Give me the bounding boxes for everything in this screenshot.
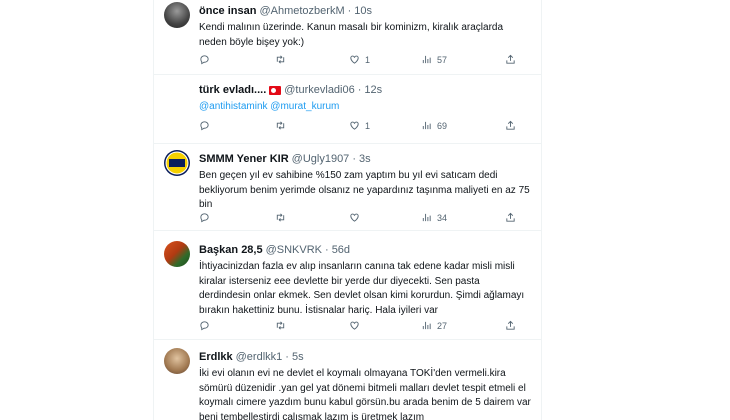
action-bar: 34 [199, 212, 539, 226]
avatar[interactable] [164, 2, 190, 28]
retweet-icon [275, 54, 286, 65]
like-button[interactable]: 1 [349, 120, 370, 131]
retweet-button[interactable] [275, 120, 291, 131]
retweet-icon [275, 320, 286, 331]
view-count: 27 [437, 320, 448, 331]
reply-icon [199, 54, 210, 65]
tweet-text: Ben geçen yıl ev sahibine %150 zam yaptı… [199, 170, 530, 210]
reply-button[interactable] [199, 120, 215, 131]
author-handle[interactable]: @erdlkk1 [236, 350, 283, 364]
timestamp[interactable]: 12s [364, 83, 382, 97]
action-bar: 1 57 [199, 54, 539, 68]
like-count: 1 [365, 54, 371, 65]
author-handle[interactable]: @SNKVRK [266, 243, 322, 257]
tweet-text: Kendi malının üzerinde. Kanun masalı bir… [199, 22, 504, 48]
tweet-text: İki evi olanın evi ne devlet el koymalı … [199, 368, 531, 420]
view-count: 34 [437, 212, 448, 223]
avatar[interactable] [164, 241, 190, 267]
avatar[interactable] [164, 81, 190, 107]
dot-separator: · [352, 153, 356, 165]
heart-icon [349, 54, 360, 65]
reply-icon [199, 212, 210, 223]
views-icon [421, 120, 432, 131]
retweet-button[interactable] [275, 212, 291, 223]
author-name[interactable]: türk evladı.... [199, 83, 266, 97]
heart-icon [349, 320, 360, 331]
share-icon [505, 212, 516, 223]
action-bar: 27 [199, 320, 539, 334]
share-button[interactable] [505, 120, 516, 131]
views-button[interactable]: 27 [421, 320, 447, 331]
author-handle[interactable]: @AhmetozberkM [259, 4, 344, 18]
like-count: 1 [365, 120, 371, 131]
dot-separator: · [347, 5, 352, 17]
avatar[interactable] [164, 348, 190, 374]
tweet-4[interactable]: Başkan 28,5 @SNKVRK · 56d İhtiyacinizdan… [154, 231, 541, 340]
retweet-icon [275, 120, 286, 131]
dot-separator: · [357, 84, 362, 96]
turkey-flag-icon [269, 85, 282, 95]
timestamp[interactable]: 10s [354, 4, 372, 18]
views-icon [421, 54, 432, 65]
like-button[interactable] [349, 320, 365, 331]
views-button[interactable]: 57 [421, 54, 447, 65]
dot-separator: · [285, 351, 289, 363]
reply-icon [199, 120, 210, 131]
view-count: 69 [437, 120, 448, 131]
avatar[interactable] [164, 150, 190, 176]
view-count: 57 [437, 54, 448, 65]
reply-button[interactable] [199, 212, 215, 223]
dot-separator: · [325, 244, 329, 256]
like-button[interactable]: 1 [349, 54, 370, 65]
mention-link[interactable]: @murat_kurum [270, 101, 339, 112]
reply-button[interactable] [199, 54, 215, 65]
author-name[interactable]: Erdlkk [199, 350, 233, 364]
like-button[interactable] [349, 212, 365, 223]
tweet-5[interactable]: Erdlkk @erdlkk1 · 5s İki evi olanın evi … [154, 340, 541, 420]
timestamp[interactable]: 56d [332, 243, 350, 257]
tweet-2[interactable]: türk evladı.... @turkevladi06 · 12s @ant… [154, 75, 541, 144]
author-name[interactable]: SMMM Yener KIR [199, 152, 289, 166]
author-name[interactable]: Başkan 28,5 [199, 243, 263, 257]
retweet-button[interactable] [275, 320, 291, 331]
action-bar: 1 69 [199, 120, 539, 134]
timestamp[interactable]: 5s [292, 350, 304, 364]
share-icon [505, 320, 516, 331]
tweet-1[interactable]: önce insan @AhmetozberkM · 10s Kendi mal… [154, 0, 541, 75]
author-handle[interactable]: @turkevladi06 [284, 83, 354, 97]
heart-icon [349, 120, 360, 131]
views-button[interactable]: 69 [421, 120, 447, 131]
views-icon [421, 320, 432, 331]
heart-icon [349, 212, 360, 223]
timestamp[interactable]: 3s [359, 152, 371, 166]
views-button[interactable]: 34 [421, 212, 447, 223]
retweet-button[interactable] [275, 54, 291, 65]
views-icon [421, 212, 432, 223]
reply-icon [199, 320, 210, 331]
team-logo-icon [165, 151, 189, 175]
reply-feed: önce insan @AhmetozberkM · 10s Kendi mal… [153, 0, 542, 420]
share-button[interactable] [505, 320, 516, 331]
author-name[interactable]: önce insan [199, 4, 256, 18]
retweet-icon [275, 212, 286, 223]
tweet-3[interactable]: SMMM Yener KIR @Ugly1907 · 3s Ben geçen … [154, 144, 541, 231]
share-icon [505, 54, 516, 65]
author-handle[interactable]: @Ugly1907 [292, 152, 350, 166]
share-button[interactable] [505, 212, 516, 223]
reply-button[interactable] [199, 320, 215, 331]
mention-link[interactable]: @antihistamink [199, 101, 268, 112]
tweet-text: İhtiyacinizdan fazla ev alıp insanların … [199, 261, 525, 316]
share-icon [505, 120, 516, 131]
share-button[interactable] [505, 54, 516, 65]
